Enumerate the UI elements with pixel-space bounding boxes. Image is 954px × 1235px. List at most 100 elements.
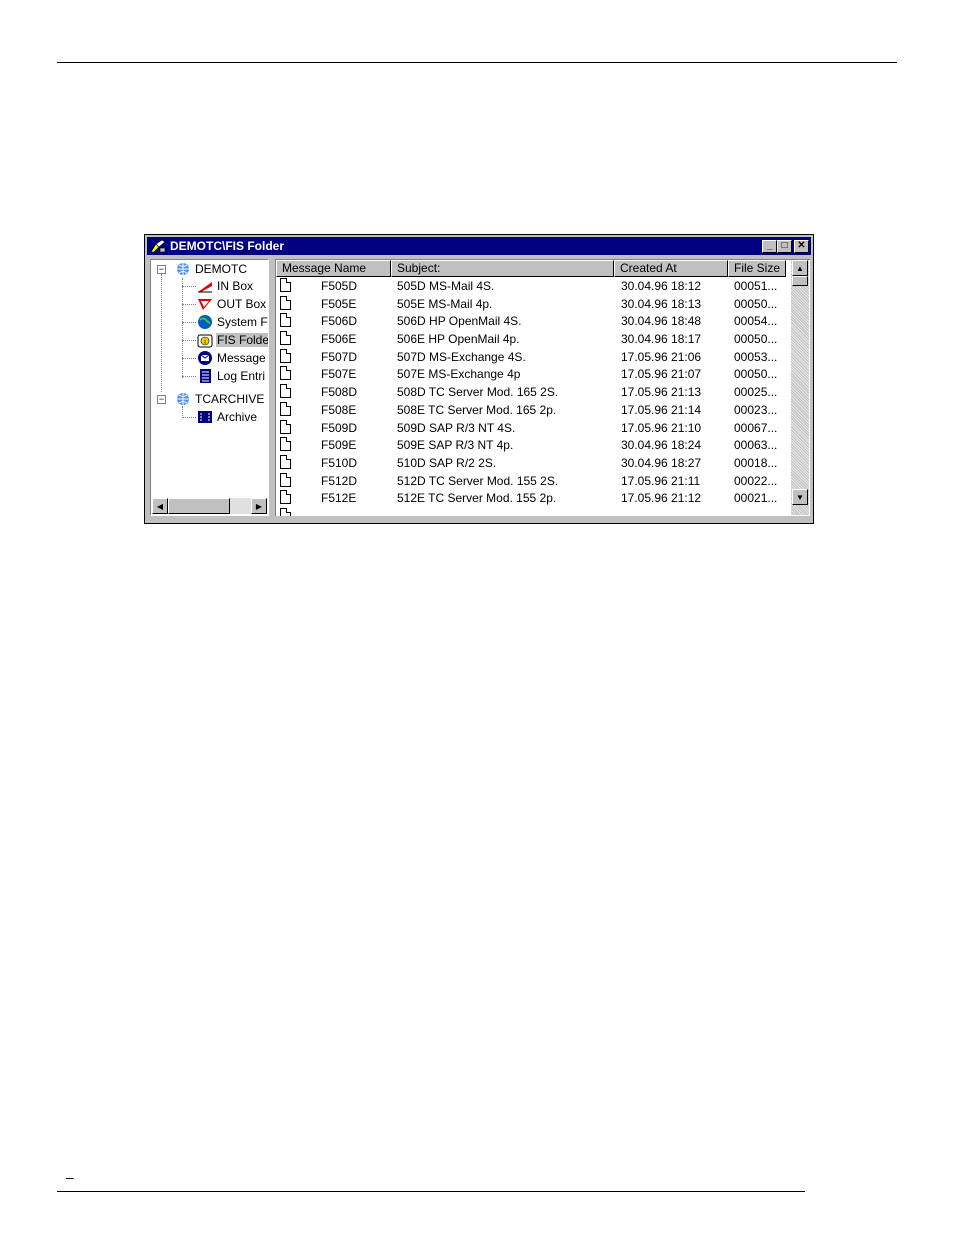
- column-header-file-size[interactable]: File Size: [728, 260, 786, 277]
- tree-node-system-folder[interactable]: System F: [197, 314, 268, 330]
- cell-subject: 505D MS-Mail 4S.: [397, 279, 495, 293]
- list-rows: F505D 505D MS-Mail 4S. 30.04.96 18:12 00051…: [276, 277, 791, 516]
- message-icon: [197, 350, 213, 366]
- table-row[interactable]: F510D 510D SAP R/2 2S. 30.04.96 18:27 00018…: [276, 454, 791, 472]
- table-row[interactable]: F512D 512D TC Server Mod. 155 2S. 17.05.96…: [276, 472, 791, 490]
- tree-label: Log Entri: [217, 369, 266, 383]
- column-header-message-name[interactable]: Message Name: [276, 260, 391, 277]
- fis-folder-window[interactable]: DEMOTC\FIS Folder _ □ ✕ − DEMOTC IN Box …: [144, 234, 814, 524]
- cell-file-size: 00021...: [734, 491, 778, 506]
- cell-created-at: 17.05.96 21:12: [621, 491, 702, 506]
- table-row[interactable]: F507D 507D MS-Exchange 4S. 17.05.96 21:06 0…: [276, 348, 791, 366]
- cell-file-size: 00050...: [734, 332, 778, 347]
- tree-label: TCARCHIVE: [195, 392, 265, 406]
- scroll-up-button[interactable]: ▲: [792, 260, 808, 276]
- table-row[interactable]: F507E 507E MS-Exchange 4p 17.05.96 21:07 00…: [276, 365, 791, 383]
- tree-expander-tcarchive[interactable]: −: [157, 395, 166, 404]
- cell-message-name: F509D: [321, 420, 358, 435]
- document-icon: [280, 331, 291, 346]
- tree-line: [161, 274, 162, 392]
- table-row[interactable]: F508E 508E TC Server Mod. 165 2p. 17.05.96…: [276, 401, 791, 419]
- table-row[interactable]: F508D 508D TC Server Mod. 165 2S. 17.05.96…: [276, 383, 791, 401]
- tree-node-message[interactable]: Message: [197, 350, 267, 366]
- scroll-thumb[interactable]: [168, 498, 230, 514]
- minimize-button[interactable]: _: [762, 239, 777, 253]
- tree-label: DEMOTC: [195, 262, 247, 276]
- table-row[interactable]: F506D 506D HP OpenMail 4S. 30.04.96 18:48 0…: [276, 312, 791, 330]
- cell-created-at: 30.04.96 18:27: [621, 455, 702, 470]
- cell-message-name: F508D: [321, 385, 358, 400]
- cell-file-size: 00022...: [734, 473, 778, 488]
- cell-subject: 506D HP OpenMail 4S.: [397, 314, 522, 329]
- tree-node-demotc[interactable]: DEMOTC: [175, 261, 248, 277]
- footer-mark: –: [66, 1169, 74, 1185]
- tree-node-archive[interactable]: Archive: [197, 409, 258, 425]
- tree-line: [182, 358, 196, 359]
- arrow-right-icon: ▶: [255, 501, 263, 511]
- table-row[interactable]: F506E 506E HP OpenMail 4p. 30.04.96 18:17 0…: [276, 330, 791, 348]
- tree-node-in-box[interactable]: IN Box: [197, 278, 254, 294]
- document-icon: [280, 313, 291, 328]
- cell-file-size: 00025...: [734, 385, 778, 400]
- list-header: Message Name Subject: Created At File Si…: [276, 260, 796, 277]
- cell-subject: 508D TC Server Mod. 165 2S.: [397, 385, 559, 400]
- cell-created-at: 17.05.96 21:13: [621, 385, 702, 400]
- cell-message-name: F506E: [321, 332, 357, 347]
- fis-folder-icon: i: [197, 332, 213, 348]
- scroll-right-button[interactable]: ▶: [251, 498, 267, 514]
- cell-created-at: 30.04.96 18:17: [621, 332, 702, 347]
- tree-line: [182, 376, 196, 377]
- tree-horizontal-scrollbar[interactable]: ◀ ▶: [152, 498, 267, 514]
- document-icon: [280, 437, 291, 452]
- list-vertical-scrollbar[interactable]: ▲ ▼: [791, 260, 809, 515]
- table-row[interactable]: F512E 512E TC Server Mod. 155 2p. 17.05.96…: [276, 489, 791, 507]
- table-row[interactable]: F505E 505E MS-Mail 4p. 30.04.96 18:13 00050…: [276, 295, 791, 313]
- tree-expander-demotc[interactable]: −: [157, 265, 166, 274]
- table-row[interactable]: F509D 509D SAP R/3 NT 4S. 17.05.96 21:10 00…: [276, 419, 791, 437]
- tree-node-tcarchive[interactable]: TCARCHIVE: [175, 391, 265, 407]
- cell-message-name: F509E: [321, 438, 357, 453]
- cell-file-size: 00051...: [734, 279, 778, 293]
- tree-label: System F: [217, 315, 268, 329]
- document-icon: [280, 278, 291, 292]
- cell-subject: 507E MS-Exchange 4p: [397, 367, 521, 382]
- arrow-left-icon: ◀: [156, 501, 164, 511]
- document-icon: [280, 401, 291, 416]
- scroll-left-button[interactable]: ◀: [152, 498, 168, 514]
- tree-label: Message: [217, 351, 266, 365]
- tree-line: [182, 417, 196, 418]
- cell-subject: 509E SAP R/3 NT 4p.: [397, 438, 514, 453]
- message-list[interactable]: Message Name Subject: Created At File Si…: [275, 259, 810, 516]
- page-bottom-rule: [57, 1191, 805, 1192]
- cell-subject: 510D SAP R/2 2S.: [397, 455, 497, 470]
- cell-created-at: 30.04.96 18:24: [621, 438, 702, 453]
- scroll-thumb[interactable]: [792, 276, 808, 286]
- cell-file-size: 00054...: [734, 314, 778, 329]
- cell-message-name: F507E: [321, 367, 357, 382]
- table-row-partial[interactable]: [276, 507, 791, 516]
- outbox-icon: [197, 296, 213, 312]
- column-header-subject[interactable]: Subject:: [391, 260, 614, 277]
- cell-subject: 506E HP OpenMail 4p.: [397, 332, 520, 347]
- tree-line: [182, 304, 196, 305]
- tree-node-log-entries[interactable]: Log Entri: [197, 368, 266, 384]
- document-icon: [280, 507, 291, 516]
- tree-node-out-box[interactable]: OUT Box: [197, 296, 267, 312]
- maximize-button[interactable]: □: [777, 239, 792, 253]
- cell-message-name: F512E: [321, 491, 357, 506]
- table-row[interactable]: F509E 509E SAP R/3 NT 4p. 30.04.96 18:24 00…: [276, 436, 791, 454]
- tree-line: [182, 340, 196, 341]
- inbox-icon: [197, 278, 213, 294]
- tree-node-fis-folder[interactable]: i FIS Folde: [197, 332, 268, 348]
- close-button[interactable]: ✕: [794, 239, 809, 253]
- table-row[interactable]: F505D 505D MS-Mail 4S. 30.04.96 18:12 00051…: [276, 277, 791, 295]
- document-icon: [280, 454, 291, 469]
- cell-subject: 505E MS-Mail 4p.: [397, 296, 493, 311]
- cell-subject: 509D SAP R/3 NT 4S.: [397, 420, 516, 435]
- folder-tree[interactable]: − DEMOTC IN Box OUT Box System F i FIS F…: [150, 259, 269, 516]
- title-bar[interactable]: DEMOTC\FIS Folder _ □ ✕: [147, 237, 811, 255]
- document-icon: [280, 348, 291, 363]
- column-header-created-at[interactable]: Created At: [614, 260, 728, 277]
- cell-file-size: 00067...: [734, 420, 778, 435]
- scroll-down-button[interactable]: ▼: [792, 489, 808, 505]
